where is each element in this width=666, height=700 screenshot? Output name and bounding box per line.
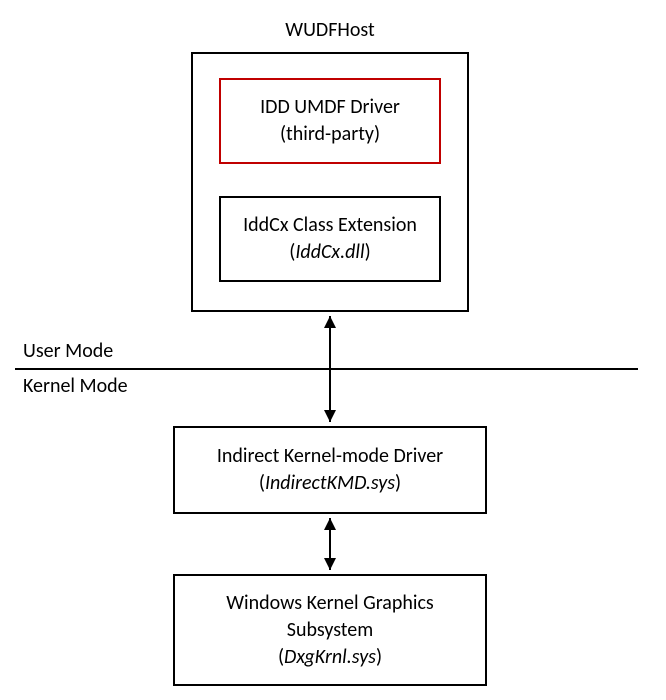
user-mode-label: User Mode	[23, 339, 113, 363]
graphics-subsystem-box: Windows Kernel Graphics Subsystem (DxgKr…	[173, 574, 487, 686]
iddcx-extension-line1: IddCx Class Extension	[243, 212, 417, 239]
kernel-mode-label: Kernel Mode	[23, 374, 128, 398]
wudfhost-title: WUDFHost	[190, 18, 470, 42]
indirect-kmd-box: Indirect Kernel-mode Driver (IndirectKMD…	[173, 426, 487, 514]
idd-umdf-driver-line1: IDD UMDF Driver	[260, 94, 400, 121]
graphics-subsystem-line2: Subsystem	[287, 617, 373, 644]
iddcx-extension-line2: (IddCx.dll)	[289, 239, 370, 266]
idd-umdf-driver-line2: (third-party)	[280, 121, 380, 148]
idd-umdf-driver-box: IDD UMDF Driver (third-party)	[219, 78, 441, 164]
iddcx-extension-box: IddCx Class Extension (IddCx.dll)	[219, 196, 441, 282]
graphics-subsystem-line1: Windows Kernel Graphics	[226, 590, 434, 617]
indirect-kmd-line2: (IndirectKMD.sys)	[259, 470, 401, 497]
indirect-kmd-line1: Indirect Kernel-mode Driver	[217, 443, 443, 470]
graphics-subsystem-line3: (DxgKrnl.sys)	[278, 644, 382, 671]
